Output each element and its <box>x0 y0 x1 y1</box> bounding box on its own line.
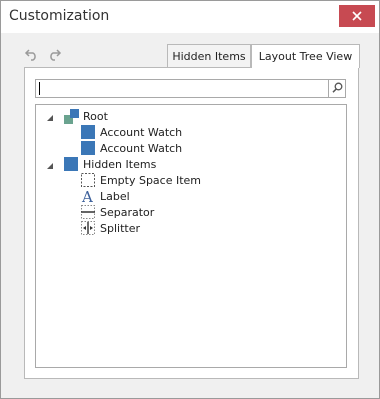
close-button[interactable] <box>339 5 375 27</box>
tree-node-root[interactable]: Root <box>47 108 108 124</box>
expanded-arrow-icon[interactable] <box>47 112 55 121</box>
tab-label: Layout Tree View <box>258 50 353 63</box>
tab-label: Hidden Items <box>172 49 246 63</box>
tab-hidden-items[interactable]: Hidden Items <box>167 44 251 67</box>
label-icon: A <box>81 189 95 203</box>
tree-node-account-watch[interactable]: Account Watch <box>81 124 182 140</box>
text-caret <box>39 82 40 95</box>
svg-text:A: A <box>81 189 93 203</box>
search-icon <box>331 82 343 96</box>
redo-icon[interactable] <box>46 47 62 61</box>
layout-tree[interactable]: Root Account Watch Account Watch Hidden … <box>35 104 347 368</box>
search-input[interactable] <box>36 80 324 95</box>
empty-space-icon <box>81 173 95 187</box>
tree-node-label: Root <box>83 109 108 123</box>
layout-tree-panel: Root Account Watch Account Watch Hidden … <box>24 67 359 379</box>
undo-icon[interactable] <box>24 47 40 61</box>
tree-node-label-item[interactable]: A Label <box>81 188 130 204</box>
customization-window: Customization Hidden Items Layout Tree V… <box>0 0 380 399</box>
close-icon <box>352 11 362 21</box>
expanded-arrow-icon[interactable] <box>47 160 55 169</box>
tree-node-label: Splitter <box>100 221 140 235</box>
separator-icon <box>81 205 95 219</box>
tab-layout-tree-view[interactable]: Layout Tree View <box>251 44 360 68</box>
tree-node-label: Account Watch <box>100 125 183 139</box>
tree-node-separator[interactable]: Separator <box>81 204 154 220</box>
tree-node-label: Hidden Items <box>83 157 157 171</box>
window-title: Customization <box>9 8 110 24</box>
hidden-items-icon <box>64 157 78 171</box>
tree-node-account-watch[interactable]: Account Watch <box>81 140 182 156</box>
tree-node-label: Account Watch <box>100 141 183 155</box>
tree-node-splitter[interactable]: Splitter <box>81 220 140 236</box>
title-bar[interactable]: Customization <box>1 1 379 33</box>
tree-node-hidden-items[interactable]: Hidden Items <box>47 156 156 172</box>
tree-node-empty-space-item[interactable]: Empty Space Item <box>81 172 201 188</box>
splitter-icon <box>81 221 95 235</box>
tree-node-label: Empty Space Item <box>100 173 202 187</box>
layout-item-icon <box>81 125 95 139</box>
layout-group-icon <box>64 109 79 124</box>
search-box[interactable] <box>35 79 329 98</box>
tree-node-label: Label <box>100 189 130 203</box>
layout-item-icon <box>81 141 95 155</box>
tree-node-label: Separator <box>100 205 155 219</box>
search-button[interactable] <box>329 79 346 98</box>
